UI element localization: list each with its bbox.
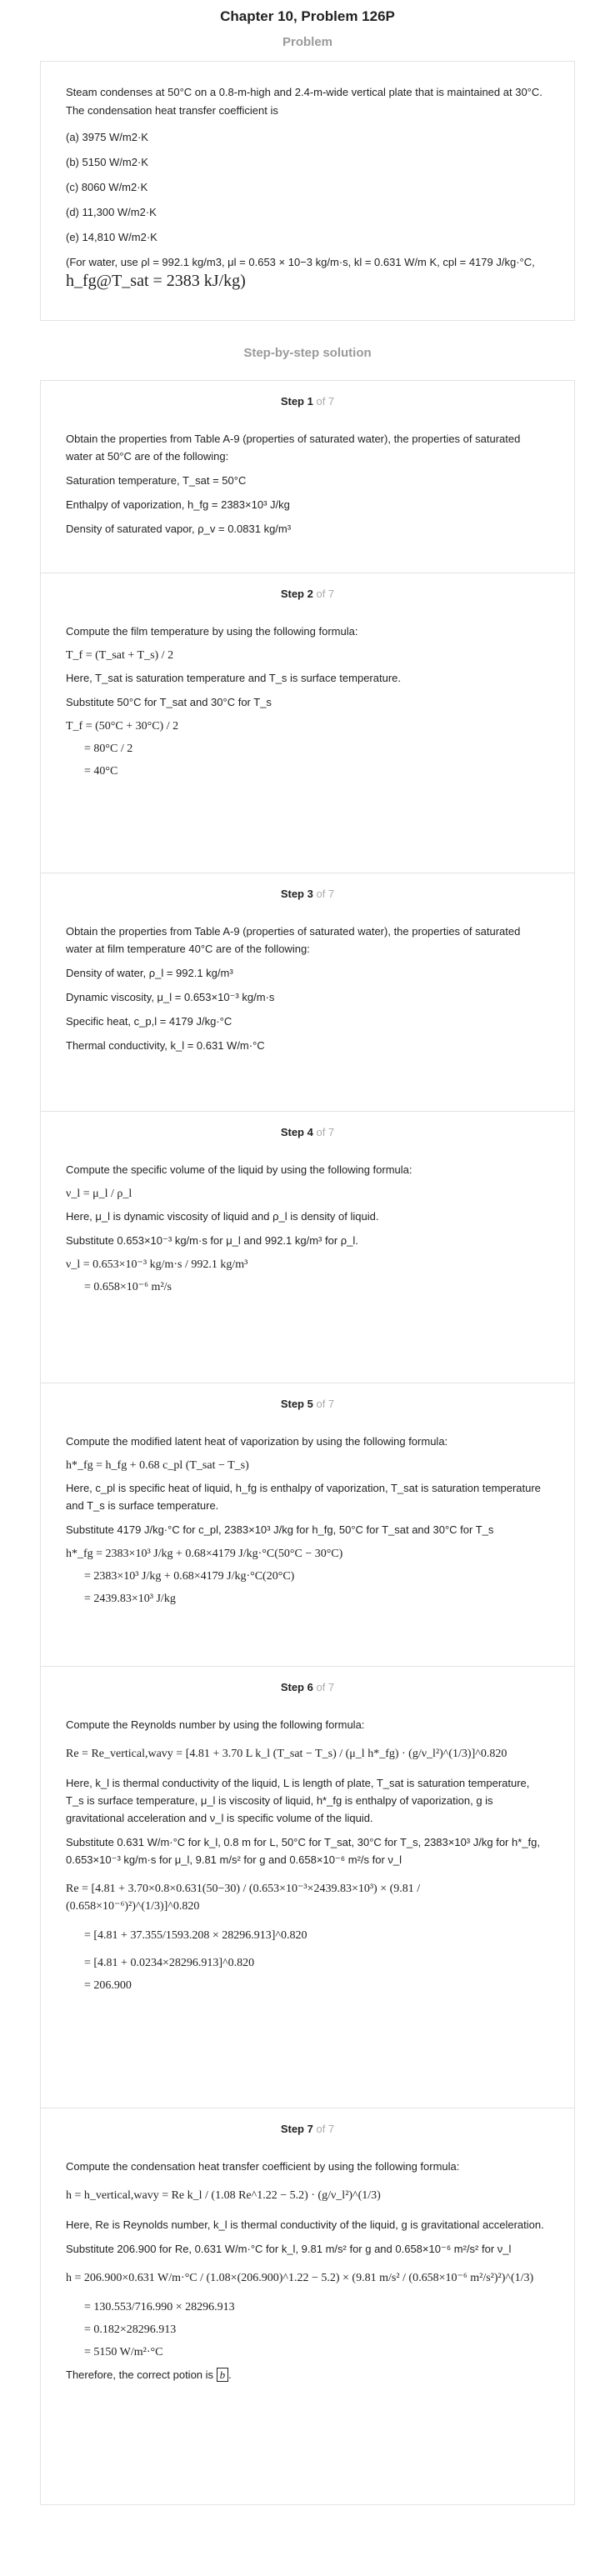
option-e: (e) 14,810 W/m2·K <box>66 231 158 243</box>
step-count: of 7 <box>316 1126 335 1138</box>
option-a: (a) 3975 W/m2·K <box>66 131 148 143</box>
calc-line: ν_l = 0.653×10⁻³ kg/m·s / 992.1 kg/m³ <box>66 1258 248 1271</box>
formula: ν_l = μ_l / ρ_l <box>66 1188 132 1200</box>
property-line: Density of water, ρ_l = 992.1 kg/m³ <box>66 967 233 979</box>
solution-page: Chapter 10, Problem 126P Problem Steam c… <box>0 0 615 2505</box>
calc-line: = 2439.83×10³ J/kg <box>84 1593 176 1605</box>
step-7: Step 7 of 7 Compute the condensation hea… <box>40 2108 575 2505</box>
problem-note-text: (For water, use ρl = 992.1 kg/m3, μl = 0… <box>66 256 535 268</box>
definition-text: Here, k_l is thermal conductivity of the… <box>66 1777 530 1824</box>
property-line: Density of saturated vapor, ρ_v = 0.0831… <box>66 523 292 535</box>
step-6-header: Step 6 of 7 <box>66 1678 549 1696</box>
calc-line: = 130.553/716.990 × 28296.913 <box>84 2301 235 2313</box>
step-5: Step 5 of 7 Compute the modified latent … <box>40 1383 575 1667</box>
calc-line: = 206.900 <box>84 1979 132 1992</box>
formula: h*_fg = h_fg + 0.68 c_pl (T_sat − T_s) <box>66 1459 249 1472</box>
problem-heading: Problem <box>282 35 332 49</box>
step-intro: Compute the modified latent heat of vapo… <box>66 1435 448 1448</box>
step-6: Step 6 of 7 Compute the Reynolds number … <box>40 1667 575 2108</box>
substitute-text: Substitute 0.653×10⁻³ kg/m·s for μ_l and… <box>66 1234 358 1247</box>
step-intro: Obtain the properties from Table A-9 (pr… <box>66 925 521 955</box>
conclusion-text: Therefore, the correct potion is <box>66 2368 214 2381</box>
definition-text: Here, μ_l is dynamic viscosity of liquid… <box>66 1210 379 1223</box>
solution-heading: Step-by-step solution <box>243 346 372 360</box>
calc-line: T_f = (50°C + 30°C) / 2 <box>66 720 179 733</box>
steps-list: Step 1 of 7 Obtain the properties from T… <box>0 380 615 2505</box>
step-label: Step 2 <box>280 588 313 600</box>
step-count: of 7 <box>316 1398 335 1410</box>
calc-line: = 0.182×28296.913 <box>84 2323 177 2336</box>
step-4: Step 4 of 7 Compute the specific volume … <box>40 1112 575 1383</box>
step-count: of 7 <box>316 888 335 900</box>
property-line: Specific heat, c_p,l = 4179 J/kg·°C <box>66 1015 232 1028</box>
substitute-text: Substitute 206.900 for Re, 0.631 W/m·°C … <box>66 2243 512 2255</box>
substitute-text: Substitute 4179 J/kg·°C for c_pl, 2383×1… <box>66 1523 494 1536</box>
calc-line: h*_fg = 2383×10³ J/kg + 0.68×4179 J/kg·°… <box>66 1548 343 1560</box>
property-line: Saturation temperature, T_sat = 50°C <box>66 474 247 487</box>
step-intro: Obtain the properties from Table A-9 (pr… <box>66 433 521 463</box>
formula: h = h_vertical,wavy = Re k_l / (1.08 Re^… <box>66 2189 381 2202</box>
property-line: Enthalpy of vaporization, h_fg = 2383×10… <box>66 498 290 511</box>
calc-line: = 2383×10³ J/kg + 0.68×4179 J/kg·°C(20°C… <box>84 1570 295 1583</box>
calc-line: Re = [4.81 + 3.70×0.8×0.631(50−30) / (0.… <box>66 1883 421 1913</box>
step-label: Step 7 <box>280 2123 313 2135</box>
step-2-header: Step 2 of 7 <box>66 585 549 603</box>
formula: Re = Re_vertical,wavy = [4.81 + 3.70 L k… <box>66 1748 508 1760</box>
conclusion: Therefore, the correct potion is b. <box>66 2368 232 2382</box>
step-2: Step 2 of 7 Compute the film temperature… <box>40 573 575 873</box>
step-3: Step 3 of 7 Obtain the properties from T… <box>40 873 575 1112</box>
step-intro: Compute the Reynolds number by using the… <box>66 1718 365 1731</box>
calc-line: = [4.81 + 0.0234×28296.913]^0.820 <box>84 1957 255 1969</box>
problem-statement: Steam condenses at 50°C on a 0.8-m-high … <box>66 86 542 117</box>
property-line: Dynamic viscosity, μ_l = 0.653×10⁻³ kg/m… <box>66 991 275 1003</box>
problem-note: (For water, use ρl = 992.1 kg/m3, μl = 0… <box>66 253 549 292</box>
step-count: of 7 <box>316 1681 335 1693</box>
property-line: Thermal conductivity, k_l = 0.631 W/m·°C <box>66 1039 265 1052</box>
step-intro: Compute the film temperature by using th… <box>66 625 358 638</box>
calc-line: h = 206.900×0.631 W/m·°C / (1.08×(206.90… <box>66 2272 534 2284</box>
step-label: Step 4 <box>280 1126 313 1138</box>
step-label: Step 3 <box>280 888 313 900</box>
substitute-text: Substitute 0.631 W/m·°C for k_l, 0.8 m f… <box>66 1836 540 1866</box>
step-3-header: Step 3 of 7 <box>66 885 549 903</box>
calc-line: = [4.81 + 37.355/1593.208 × 28296.913]^0… <box>84 1929 308 1942</box>
step-count: of 7 <box>316 588 335 600</box>
step-label: Step 6 <box>280 1681 313 1693</box>
calc-line: = 80°C / 2 <box>84 743 133 755</box>
option-b: (b) 5150 W/m2·K <box>66 156 148 168</box>
option-d: (d) 11,300 W/m2·K <box>66 206 157 218</box>
definition-text: Here, c_pl is specific heat of liquid, h… <box>66 1482 541 1512</box>
step-intro: Compute the specific volume of the liqui… <box>66 1163 412 1176</box>
definition-text: Here, T_sat is saturation temperature an… <box>66 672 401 684</box>
step-count: of 7 <box>316 2123 335 2135</box>
step-7-header: Step 7 of 7 <box>66 2120 549 2138</box>
step-intro: Compute the condensation heat transfer c… <box>66 2160 460 2173</box>
step-label: Step 1 <box>280 395 313 408</box>
step-label: Step 5 <box>280 1398 313 1410</box>
page-title: Chapter 10, Problem 126P <box>220 8 395 24</box>
definition-text: Here, Re is Reynolds number, k_l is ther… <box>66 2218 544 2231</box>
step-5-header: Step 5 of 7 <box>66 1395 549 1413</box>
step-1: Step 1 of 7 Obtain the properties from T… <box>40 380 575 573</box>
calc-line: = 40°C <box>84 765 118 778</box>
option-c: (c) 8060 W/m2·K <box>66 181 148 193</box>
substitute-text: Substitute 50°C for T_sat and 30°C for T… <box>66 696 272 708</box>
step-1-header: Step 1 of 7 <box>66 393 549 410</box>
problem-note-formula: h_fg@T_sat = 2383 kJ/kg) <box>66 272 246 290</box>
formula: T_f = (T_sat + T_s) / 2 <box>66 649 174 662</box>
step-count: of 7 <box>316 395 335 408</box>
calc-line: = 5150 W/m²·°C <box>84 2346 163 2358</box>
calc-line: = 0.658×10⁻⁶ m²/s <box>84 1281 172 1293</box>
step-4-header: Step 4 of 7 <box>66 1123 549 1141</box>
answer-box: b <box>216 2368 229 2382</box>
problem-card: Steam condenses at 50°C on a 0.8-m-high … <box>40 61 575 321</box>
